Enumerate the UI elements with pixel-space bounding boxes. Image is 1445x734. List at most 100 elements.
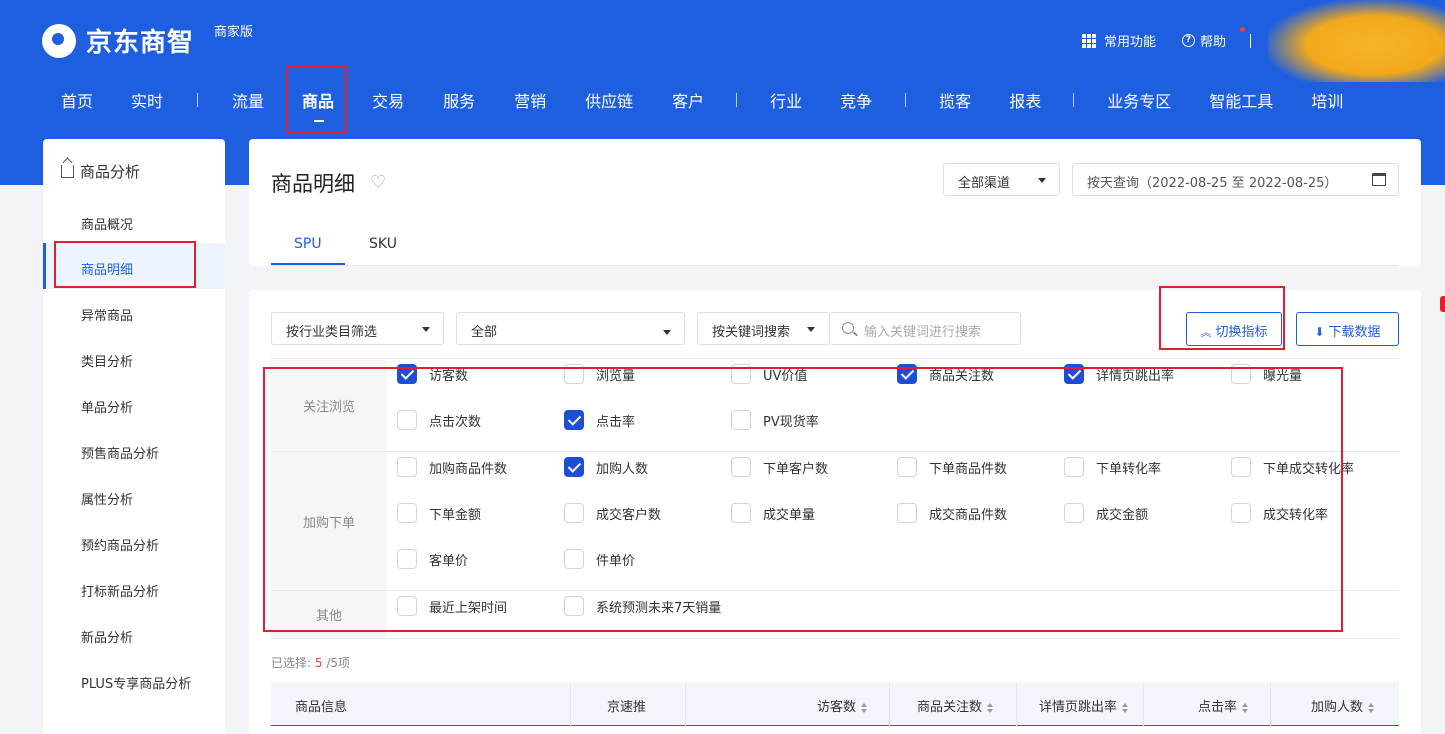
nav-supply-chain[interactable]: 供应链 [585, 88, 633, 112]
nav-marketing[interactable]: 营销 [514, 88, 546, 112]
sort-icon[interactable] [1368, 702, 1375, 713]
sort-icon[interactable] [1122, 702, 1129, 713]
sort-icon[interactable] [1242, 702, 1249, 713]
nav-acquire[interactable]: 揽客 [939, 88, 971, 112]
col-bounce-rate[interactable]: 详情页跳出率 [1039, 696, 1129, 715]
metric-checkbox[interactable]: 下单金额 [397, 503, 481, 523]
help-link[interactable]: 帮助 [1200, 31, 1226, 50]
checkbox-checked-icon[interactable] [397, 364, 417, 384]
metric-checkbox[interactable]: 成交商品件数 [897, 503, 1007, 523]
tab-spu[interactable]: SPU [294, 236, 322, 252]
metric-checkbox[interactable]: 成交单量 [731, 503, 815, 523]
checkbox-checked-icon[interactable] [564, 410, 584, 430]
nav-reports[interactable]: 报表 [1009, 88, 1041, 112]
metric-checkbox[interactable]: 点击率 [564, 410, 635, 430]
sidebar-item-overview[interactable]: 商品概况 [81, 214, 133, 233]
col-followers[interactable]: 商品关注数 [917, 696, 994, 715]
checkbox-icon[interactable] [897, 503, 917, 523]
checkbox-icon[interactable] [731, 503, 751, 523]
metric-checkbox[interactable]: UV价值 [731, 364, 807, 384]
category-filter-select[interactable]: 按行业类目筛选 [271, 312, 444, 345]
sidebar-item-abnormal[interactable]: 异常商品 [81, 305, 133, 324]
checkbox-checked-icon[interactable] [897, 364, 917, 384]
sidebar-item-presale[interactable]: 预售商品分析 [81, 443, 159, 462]
toggle-metrics-button[interactable]: ︽ 切换指标 [1186, 312, 1282, 346]
checkbox-checked-icon[interactable] [564, 457, 584, 477]
checkbox-icon[interactable] [731, 364, 751, 384]
metric-checkbox[interactable]: 浏览量 [564, 364, 635, 384]
metric-checkbox[interactable]: 曝光量 [1231, 364, 1302, 384]
download-button[interactable]: ⬇ 下载数据 [1296, 312, 1399, 346]
nav-business-zone[interactable]: 业务专区 [1107, 88, 1171, 112]
logo[interactable]: 京东商智 [42, 22, 194, 59]
metric-checkbox[interactable]: 客单价 [397, 549, 468, 569]
checkbox-icon[interactable] [397, 457, 417, 477]
col-visitors[interactable]: 访客数 [817, 696, 868, 715]
category-value-select[interactable]: 全部 [456, 312, 685, 345]
metric-checkbox[interactable]: 访客数 [397, 364, 468, 384]
channel-select[interactable]: 全部渠道 [943, 163, 1060, 196]
metric-checkbox[interactable]: 成交客户数 [564, 503, 661, 523]
sidebar-item-single[interactable]: 单品分析 [81, 397, 133, 416]
nav-industry[interactable]: 行业 [770, 88, 802, 112]
checkbox-icon[interactable] [897, 457, 917, 477]
col-add-cart-users[interactable]: 加购人数 [1311, 696, 1375, 715]
sidebar-item-attribute[interactable]: 属性分析 [81, 489, 133, 508]
metric-checkbox[interactable]: 详情页跳出率 [1064, 364, 1174, 384]
metric-checkbox[interactable]: 件单价 [564, 549, 635, 569]
nav-products[interactable]: 商品 [302, 88, 334, 122]
sidebar-title[interactable]: 商品分析 [61, 161, 140, 182]
metric-checkbox[interactable]: 下单转化率 [1064, 457, 1161, 477]
checkbox-icon[interactable] [1231, 457, 1251, 477]
date-range-picker[interactable]: 按天查询（2022-08-25 至 2022-08-25） [1072, 163, 1399, 196]
col-ctr[interactable]: 点击率 [1198, 696, 1249, 715]
keyword-mode-select[interactable]: 按关键词搜索 [697, 312, 830, 345]
checkbox-icon[interactable] [564, 549, 584, 569]
checkbox-checked-icon[interactable] [1064, 364, 1084, 384]
nav-training[interactable]: 培训 [1311, 88, 1343, 112]
checkbox-icon[interactable] [1064, 457, 1084, 477]
sidebar-item-new[interactable]: 新品分析 [81, 627, 133, 646]
sidebar-item-reservation[interactable]: 预约商品分析 [81, 535, 159, 554]
metric-checkbox[interactable]: 成交金额 [1064, 503, 1148, 523]
nav-smart-tools[interactable]: 智能工具 [1209, 88, 1273, 112]
nav-home[interactable]: 首页 [61, 88, 93, 112]
keyword-search-input[interactable]: 输入关键词进行搜索 [829, 312, 1021, 345]
common-functions-link[interactable]: 常用功能 [1104, 31, 1156, 50]
checkbox-icon[interactable] [397, 410, 417, 430]
sidebar-item-detail[interactable]: 商品明细 [81, 259, 133, 278]
checkbox-icon[interactable] [1064, 503, 1084, 523]
metric-checkbox[interactable]: PV现货率 [731, 410, 819, 430]
nav-service[interactable]: 服务 [443, 88, 475, 112]
checkbox-icon[interactable] [1231, 364, 1251, 384]
metric-checkbox[interactable]: 最近上架时间 [397, 596, 507, 616]
checkbox-icon[interactable] [731, 457, 751, 477]
checkbox-icon[interactable] [731, 410, 751, 430]
nav-realtime[interactable]: 实时 [131, 88, 163, 112]
checkbox-icon[interactable] [397, 503, 417, 523]
metric-checkbox[interactable]: 加购人数 [564, 457, 648, 477]
nav-customers[interactable]: 客户 [672, 88, 704, 112]
checkbox-icon[interactable] [564, 596, 584, 616]
sidebar-item-tagged-new[interactable]: 打标新品分析 [81, 581, 159, 600]
checkbox-icon[interactable] [564, 364, 584, 384]
nav-competition[interactable]: 竞争 [840, 88, 872, 112]
metric-checkbox[interactable]: 商品关注数 [897, 364, 994, 384]
sort-icon[interactable] [987, 702, 994, 713]
checkbox-icon[interactable] [564, 503, 584, 523]
checkbox-icon[interactable] [397, 596, 417, 616]
checkbox-icon[interactable] [397, 549, 417, 569]
metric-checkbox[interactable]: 下单商品件数 [897, 457, 1007, 477]
metric-checkbox[interactable]: 点击次数 [397, 410, 481, 430]
sidebar-item-plus[interactable]: PLUS专享商品分析 [81, 673, 191, 692]
nav-trade[interactable]: 交易 [372, 88, 404, 112]
nav-traffic[interactable]: 流量 [232, 88, 264, 112]
heart-icon[interactable]: ♡ [370, 172, 386, 193]
metric-checkbox[interactable]: 下单客户数 [731, 457, 828, 477]
metric-checkbox[interactable]: 加购商品件数 [397, 457, 507, 477]
sort-icon[interactable] [861, 702, 868, 713]
checkbox-icon[interactable] [1231, 503, 1251, 523]
metric-checkbox[interactable]: 系统预测未来7天销量 [564, 596, 721, 616]
metric-checkbox[interactable]: 成交转化率 [1231, 503, 1328, 523]
tab-sku[interactable]: SKU [369, 236, 397, 252]
